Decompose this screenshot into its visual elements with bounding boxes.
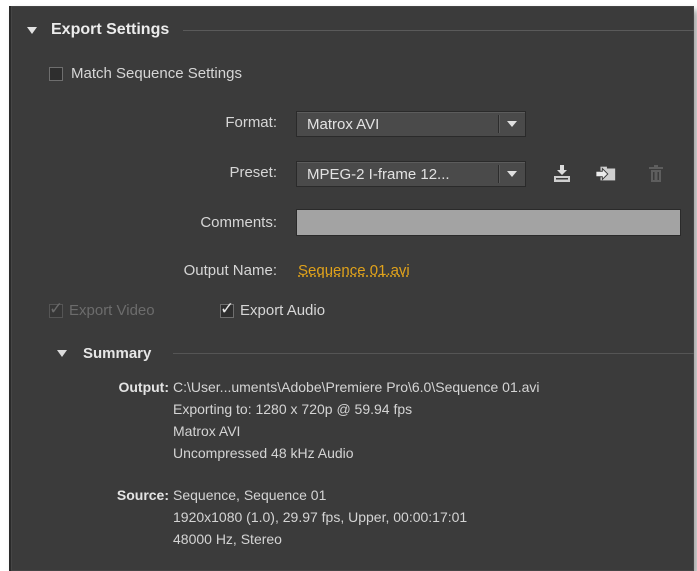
match-sequence-checkbox[interactable] (49, 66, 63, 81)
export-video-checkbox: ✓ (49, 298, 64, 318)
preset-dropdown[interactable]: MPEG-2 I-frame 12... (296, 161, 526, 187)
summary-header[interactable]: Summary (57, 343, 694, 363)
match-sequence-row[interactable]: Match Sequence Settings (49, 65, 242, 82)
save-preset-icon[interactable] (551, 163, 573, 185)
section-title: Export Settings (51, 21, 170, 38)
preset-value: MPEG-2 I-frame 12... (307, 165, 450, 183)
summary-output-path: C:\User...uments\Adobe\Premiere Pro\6.0\… (173, 379, 540, 395)
chevron-down-icon[interactable] (499, 121, 525, 127)
output-name-row[interactable]: Sequence 01.avi (298, 262, 410, 279)
summary-source-sequence: Sequence, Sequence 01 (173, 487, 327, 503)
output-name-link[interactable]: Sequence 01.avi (298, 262, 410, 279)
preset-label: Preset: (229, 164, 277, 181)
summary-output-resolution: Exporting to: 1280 x 720p @ 59.94 fps (173, 401, 413, 417)
export-audio-row[interactable]: ✓ Export Audio (220, 300, 326, 319)
format-dropdown[interactable]: Matrox AVI (296, 111, 526, 137)
export-audio-checkbox[interactable]: ✓ (220, 300, 234, 318)
export-settings-panel: Export Settings Match Sequence Settings … (9, 6, 694, 571)
export-video-label: Export Video (69, 302, 155, 319)
summary-output-format: Matrox AVI (173, 423, 241, 439)
summary-source-key: Source: (116, 487, 169, 503)
header-divider (183, 29, 694, 31)
export-video-row: ✓ Export Video (49, 298, 155, 319)
export-audio-label: Export Audio (240, 302, 326, 319)
export-settings-header[interactable]: Export Settings (27, 20, 694, 40)
match-sequence-label: Match Sequence Settings (71, 65, 242, 82)
collapse-triangle-icon[interactable] (27, 26, 37, 34)
format-label: Format: (225, 114, 277, 131)
format-value: Matrox AVI (307, 115, 380, 133)
summary-output-lines: C:\User...uments\Adobe\Premiere Pro\6.0\… (173, 376, 540, 464)
chevron-down-icon[interactable] (499, 171, 525, 177)
summary-source-video: 1920x1080 (1.0), 29.97 fps, Upper, 00:00… (173, 509, 468, 525)
comments-label: Comments: (200, 214, 277, 231)
comments-input[interactable] (296, 209, 681, 236)
summary-output-audio: Uncompressed 48 kHz Audio (173, 445, 354, 461)
summary-source-lines: Sequence, Sequence 01 1920x1080 (1.0), 2… (173, 484, 467, 550)
import-preset-icon[interactable] (595, 163, 617, 185)
summary-divider (173, 352, 694, 354)
output-name-label: Output Name: (183, 262, 277, 279)
summary-output-key: Output: (118, 379, 169, 395)
summary-source-audio: 48000 Hz, Stereo (173, 531, 282, 547)
delete-preset-icon (645, 163, 667, 185)
summary-title: Summary (83, 344, 152, 362)
collapse-triangle-icon[interactable] (57, 349, 67, 357)
